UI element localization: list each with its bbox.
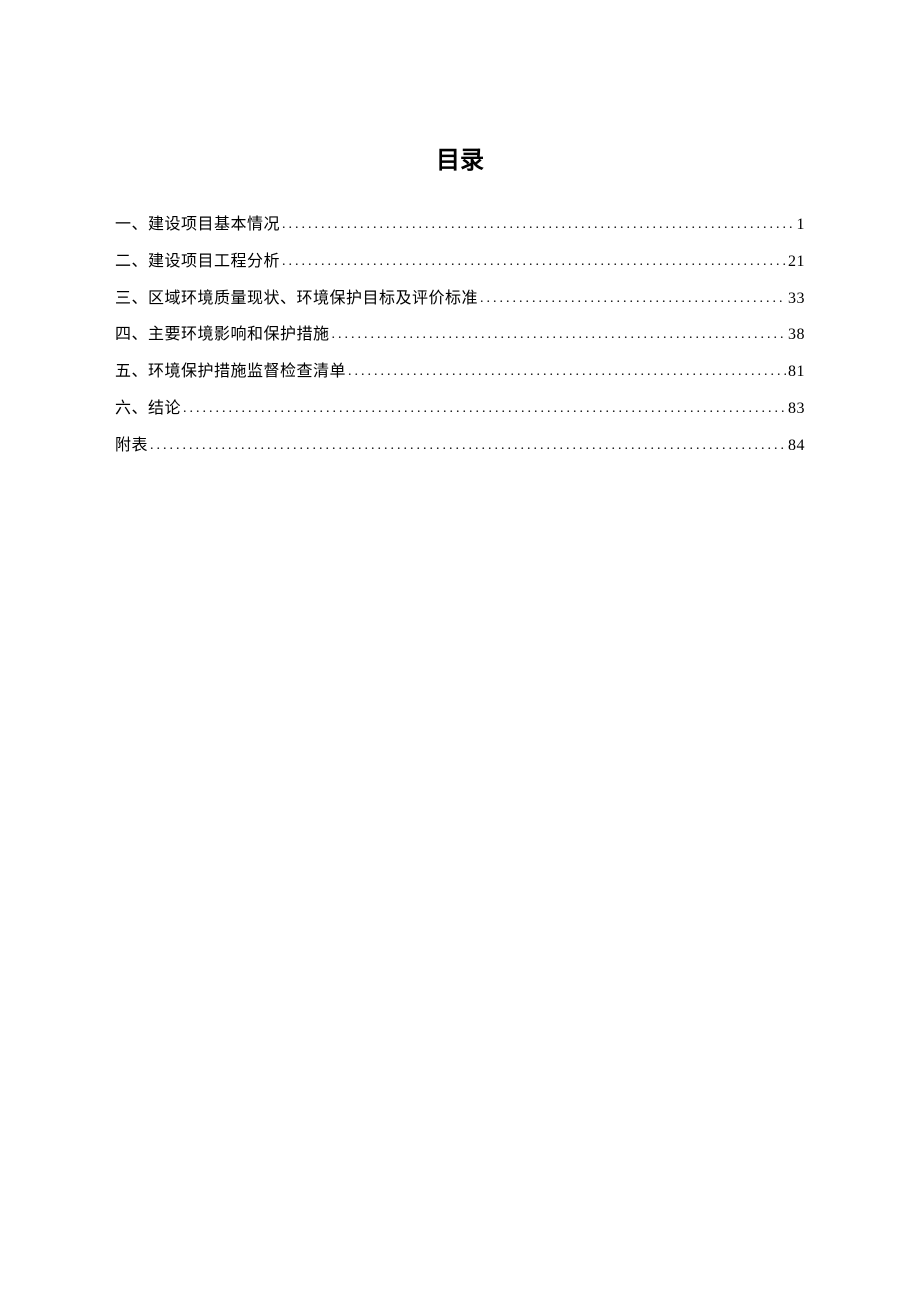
toc-entry-label: 二、建设项目工程分析: [115, 244, 280, 281]
toc-title: 目录: [115, 140, 805, 175]
toc-dots: [282, 209, 794, 241]
toc-entry: 三、区域环境质量现状、环境保护目标及评价标准 33: [115, 281, 805, 318]
toc-dots: [150, 430, 786, 462]
toc-entry-page: 1: [797, 207, 806, 244]
toc-entry: 六、结论 83: [115, 391, 805, 428]
toc-entry-label: 四、主要环境影响和保护措施: [115, 317, 330, 354]
toc-dots: [183, 393, 786, 425]
toc-entry: 二、建设项目工程分析 21: [115, 244, 805, 281]
toc-entry-label: 附表: [115, 428, 148, 465]
toc-entry-page: 33: [788, 281, 805, 318]
toc-dots: [348, 356, 786, 388]
toc-entry-page: 21: [788, 244, 805, 281]
toc-dots: [332, 319, 786, 351]
toc-entry-label: 五、环境保护措施监督检查清单: [115, 354, 346, 391]
table-of-contents: 一、建设项目基本情况 1 二、建设项目工程分析 21 三、区域环境质量现状、环境…: [115, 207, 805, 465]
toc-entry-label: 三、区域环境质量现状、环境保护目标及评价标准: [115, 281, 478, 318]
toc-entry-page: 83: [788, 391, 805, 428]
toc-entry-page: 84: [788, 428, 805, 465]
toc-entry: 五、环境保护措施监督检查清单 81: [115, 354, 805, 391]
toc-dots: [480, 283, 786, 315]
toc-dots: [282, 246, 786, 278]
document-page: 目录 一、建设项目基本情况 1 二、建设项目工程分析 21 三、区域环境质量现状…: [0, 0, 920, 465]
toc-entry: 一、建设项目基本情况 1: [115, 207, 805, 244]
toc-entry-page: 81: [788, 354, 805, 391]
toc-entry: 附表 84: [115, 428, 805, 465]
toc-entry: 四、主要环境影响和保护措施 38: [115, 317, 805, 354]
toc-entry-label: 六、结论: [115, 391, 181, 428]
toc-entry-label: 一、建设项目基本情况: [115, 207, 280, 244]
toc-entry-page: 38: [788, 317, 805, 354]
